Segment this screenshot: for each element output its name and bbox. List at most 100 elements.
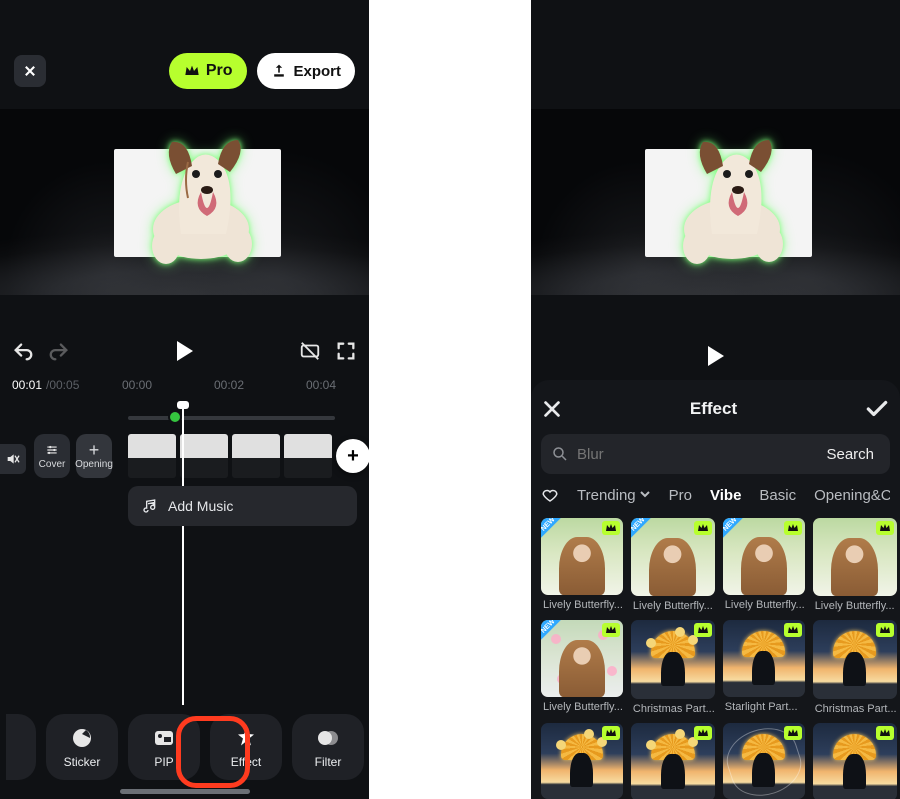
effect-item[interactable] <box>631 723 715 799</box>
effect-item[interactable] <box>813 723 897 799</box>
preview-area[interactable] <box>531 109 900 295</box>
tool-pip[interactable]: PIP <box>128 714 200 780</box>
playhead[interactable] <box>182 405 184 705</box>
pro-button[interactable]: Pro <box>169 53 248 89</box>
effect-icon <box>234 726 258 750</box>
pip-icon <box>152 726 176 750</box>
opening-label: Opening <box>75 459 113 470</box>
effect-item[interactable]: NEW Lively Butterfly... <box>631 518 715 612</box>
pro-badge <box>876 623 894 637</box>
chevron-down-icon <box>639 488 651 500</box>
effect-label: Lively Butterfly... <box>541 599 623 611</box>
timecodes: 00:01 /00:05 00:00 00:02 00:04 <box>0 378 369 400</box>
tab-pro[interactable]: Pro <box>669 487 692 504</box>
opening-button[interactable]: + Opening <box>76 434 112 478</box>
search-icon <box>551 445 569 463</box>
clip-start-dot[interactable] <box>168 410 182 424</box>
mute-button[interactable] <box>0 444 26 474</box>
pro-badge <box>784 623 802 637</box>
effect-item[interactable]: Christmas Part... <box>813 620 897 714</box>
new-badge: NEW <box>541 518 569 546</box>
tool-filter[interactable]: Filter <box>292 714 364 780</box>
redo-button[interactable] <box>48 340 70 362</box>
search-row: Search <box>541 434 890 474</box>
music-icon <box>142 498 158 514</box>
sticker-icon <box>70 726 94 750</box>
effect-label: Lively Butterfly... <box>631 600 715 612</box>
play-button[interactable] <box>706 345 726 367</box>
effect-label: Lively Butterfly... <box>541 701 623 713</box>
pro-badge <box>876 521 894 535</box>
tab-trending[interactable]: Trending <box>577 487 651 504</box>
pro-badge <box>876 726 894 740</box>
effect-label: Christmas Part... <box>631 703 715 715</box>
timeline[interactable]: Cover + Opening + <box>0 400 369 490</box>
tab-opening-closing[interactable]: Opening&Closing <box>814 487 890 504</box>
panel-title: Effect <box>690 399 737 419</box>
tick-2: 00:04 <box>306 378 336 392</box>
clip-frames[interactable]: + <box>128 434 359 478</box>
tool-sticker[interactable]: Sticker <box>46 714 118 780</box>
subject-cutout <box>657 134 807 266</box>
pro-label: Pro <box>206 62 233 80</box>
crown-icon <box>184 63 200 79</box>
effect-item[interactable]: NEWLively Butterfly... <box>541 620 623 714</box>
cover-button[interactable]: Cover <box>34 434 70 478</box>
effect-item[interactable] <box>723 723 805 799</box>
new-badge: NEW <box>631 518 659 546</box>
favorites-tab[interactable] <box>541 486 559 504</box>
tab-vibe[interactable]: Vibe <box>710 487 741 504</box>
effect-item[interactable]: NEW Lively Butterfly... <box>723 518 805 612</box>
export-icon <box>271 63 287 79</box>
search-input[interactable] <box>577 446 812 463</box>
tick-0: 00:00 <box>122 378 152 392</box>
transport-bar <box>0 330 369 372</box>
effect-item[interactable]: Christmas Part... <box>631 620 715 714</box>
fullscreen-button[interactable] <box>335 340 357 362</box>
tool-effect[interactable]: Effect <box>210 714 282 780</box>
effect-item[interactable]: Lively Butterfly... <box>813 518 897 612</box>
pro-badge <box>694 521 712 535</box>
effect-grid: NEW Lively Butterfly... NEW Lively Butterfl… <box>541 518 890 799</box>
effect-panel-screen: Effect Search Trending Pro Vibe Basic Op… <box>531 0 900 799</box>
cover-label: Cover <box>39 459 66 470</box>
effect-label: Christmas Part... <box>813 703 897 715</box>
pro-badge <box>694 726 712 740</box>
pro-badge <box>602 726 620 740</box>
effect-item[interactable]: Starlight Part... <box>723 620 805 714</box>
pro-badge <box>694 623 712 637</box>
search-button[interactable]: Search <box>820 446 880 463</box>
sliders-icon <box>45 443 59 457</box>
add-music-button[interactable]: Add Music <box>128 486 357 526</box>
tool-filter-label: Filter <box>315 755 342 769</box>
category-tabs: Trending Pro Vibe Basic Opening&Closing <box>541 486 890 504</box>
pro-badge <box>784 726 802 740</box>
effect-item[interactable] <box>541 723 623 799</box>
export-button[interactable]: Export <box>257 53 355 89</box>
editor-screen: Pro Export <box>0 0 369 799</box>
tool-prev[interactable] <box>6 714 36 780</box>
subject-cutout <box>126 134 276 266</box>
close-icon <box>23 64 37 78</box>
tool-effect-label: Effect <box>231 755 261 769</box>
effect-label: Lively Butterfly... <box>813 600 897 612</box>
tool-bar: Sticker PIP Effect Filter Adjus <box>0 709 369 785</box>
effect-label: Lively Butterfly... <box>723 599 805 611</box>
mute-icon <box>5 451 21 467</box>
new-badge: NEW <box>723 518 751 546</box>
add-clip-button[interactable]: + <box>336 439 369 473</box>
pro-badge <box>602 623 620 637</box>
panel-confirm-button[interactable] <box>864 396 890 422</box>
undo-button[interactable] <box>12 340 34 362</box>
play-button[interactable] <box>175 340 195 362</box>
close-button[interactable] <box>14 55 46 87</box>
effect-label: Starlight Part... <box>723 701 805 713</box>
tab-basic[interactable]: Basic <box>759 487 796 504</box>
filter-icon <box>316 726 340 750</box>
preview-area[interactable] <box>0 109 369 295</box>
effect-item[interactable]: NEW Lively Butterfly... <box>541 518 623 612</box>
aspect-button[interactable] <box>299 340 321 362</box>
panel-close-button[interactable] <box>541 398 563 420</box>
add-music-label: Add Music <box>168 498 233 514</box>
home-indicator <box>120 789 250 794</box>
